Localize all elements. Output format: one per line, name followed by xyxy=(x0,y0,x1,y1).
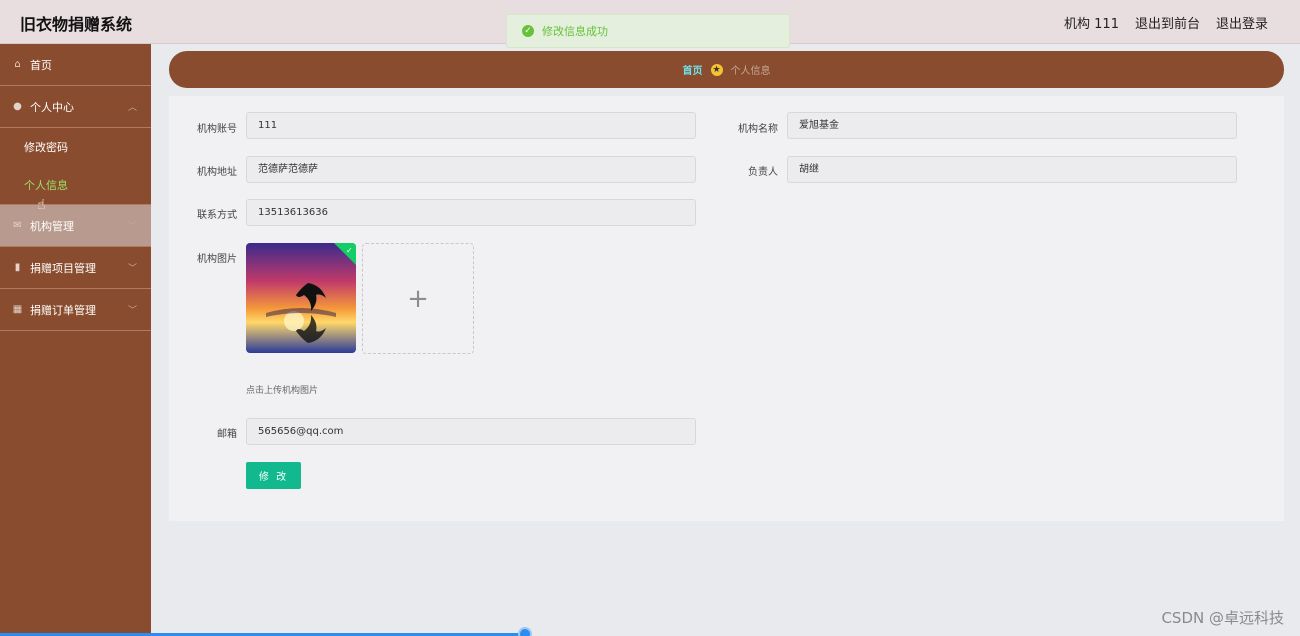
pointer-cursor-icon: ☝ xyxy=(37,197,46,213)
sidebar-item-home[interactable]: ⌂ 首页 xyxy=(0,44,151,86)
success-toast: ✓ 修改信息成功 xyxy=(506,14,790,48)
dolphin-sunset-image: ✓ xyxy=(246,243,356,353)
org-name-field[interactable]: 爱旭基金 xyxy=(787,112,1237,139)
plus-icon: + xyxy=(407,283,429,314)
upload-image-button[interactable]: + xyxy=(362,243,474,354)
sidebar-item-label: 捐赠订单管理 xyxy=(30,303,96,317)
home-icon: ⌂ xyxy=(14,59,21,70)
chevron-down-icon: ﹀ xyxy=(127,222,137,232)
image-label: 机构图片 xyxy=(197,254,237,265)
sidebar-item-personal-center[interactable]: ● 个人中心 ︿ xyxy=(0,86,151,128)
phone-label: 联系方式 xyxy=(197,210,237,221)
app-title: 旧衣物捐赠系统 xyxy=(20,15,133,34)
account-field[interactable]: 111 xyxy=(246,112,696,139)
sidebar-item-org-manage[interactable]: ✉ 机构管理 ﹀ xyxy=(0,205,151,247)
mail-icon: ✉ xyxy=(13,220,22,231)
star-icon: ★ xyxy=(710,63,723,76)
top-right-nav: 机构 111 退出到前台 退出登录 xyxy=(1064,13,1268,32)
upload-hint: 点击上传机构图片 xyxy=(246,386,319,396)
personal-submenu: 修改密码 个人信息 xyxy=(0,128,151,205)
chart-icon: ▮ xyxy=(14,262,21,273)
to-front-link[interactable]: 退出到前台 xyxy=(1135,13,1200,32)
org-image-thumbnail[interactable]: ✓ xyxy=(246,243,356,353)
profile-form: 机构账号 111 机构名称 爱旭基金 机构地址 范德萨范德萨 负责人 胡继 联系… xyxy=(169,96,1284,521)
chevron-down-icon: ﹀ xyxy=(127,264,137,274)
sidebar: ⌂ 首页 ● 个人中心 ︿ 修改密码 个人信息 ✉ 机构管理 ﹀ ▮ 捐赠项目管… xyxy=(0,44,151,636)
phone-field[interactable]: 13513613636 xyxy=(246,199,696,226)
sidebar-item-project-manage[interactable]: ▮ 捐赠项目管理 ﹀ xyxy=(0,247,151,289)
user-icon: ● xyxy=(13,101,22,112)
submit-button[interactable]: 修 改 xyxy=(246,462,301,489)
email-label: 邮箱 xyxy=(217,429,237,440)
sidebar-item-label: 首页 xyxy=(30,58,52,72)
leader-label: 负责人 xyxy=(748,167,778,178)
grid-icon: ▦ xyxy=(12,304,23,315)
sidebar-item-label: 机构管理 xyxy=(30,219,74,233)
sidebar-item-order-manage[interactable]: ▦ 捐赠订单管理 ﹀ xyxy=(0,289,151,331)
sidebar-subitem-profile[interactable]: 个人信息 xyxy=(0,166,151,204)
sidebar-item-label: 捐赠项目管理 xyxy=(30,261,96,275)
account-label: 机构账号 xyxy=(197,124,237,135)
address-label: 机构地址 xyxy=(197,167,237,178)
check-circle-icon: ✓ xyxy=(522,25,534,37)
video-progress-handle[interactable] xyxy=(518,627,532,636)
leader-field[interactable]: 胡继 xyxy=(787,156,1237,183)
sidebar-subitem-change-password[interactable]: 修改密码 xyxy=(0,128,151,166)
address-field[interactable]: 范德萨范德萨 xyxy=(246,156,696,183)
toast-message: 修改信息成功 xyxy=(542,25,608,38)
logout-link[interactable]: 退出登录 xyxy=(1216,13,1268,32)
chevron-up-icon: ︿ xyxy=(127,103,137,113)
watermark: CSDN @卓远科技 xyxy=(1161,609,1284,627)
email-field[interactable]: 565656@qq.com xyxy=(246,418,696,445)
org-name-label: 机构名称 xyxy=(738,124,778,135)
breadcrumb-home[interactable]: 首页 xyxy=(683,62,703,77)
chevron-down-icon: ﹀ xyxy=(127,306,137,316)
breadcrumb: 首页 ★ 个人信息 xyxy=(169,51,1284,88)
sidebar-item-label: 个人中心 xyxy=(30,100,74,114)
svg-text:✓: ✓ xyxy=(346,246,353,255)
user-label: 机构 111 xyxy=(1064,17,1119,32)
breadcrumb-current: 个人信息 xyxy=(730,66,771,77)
